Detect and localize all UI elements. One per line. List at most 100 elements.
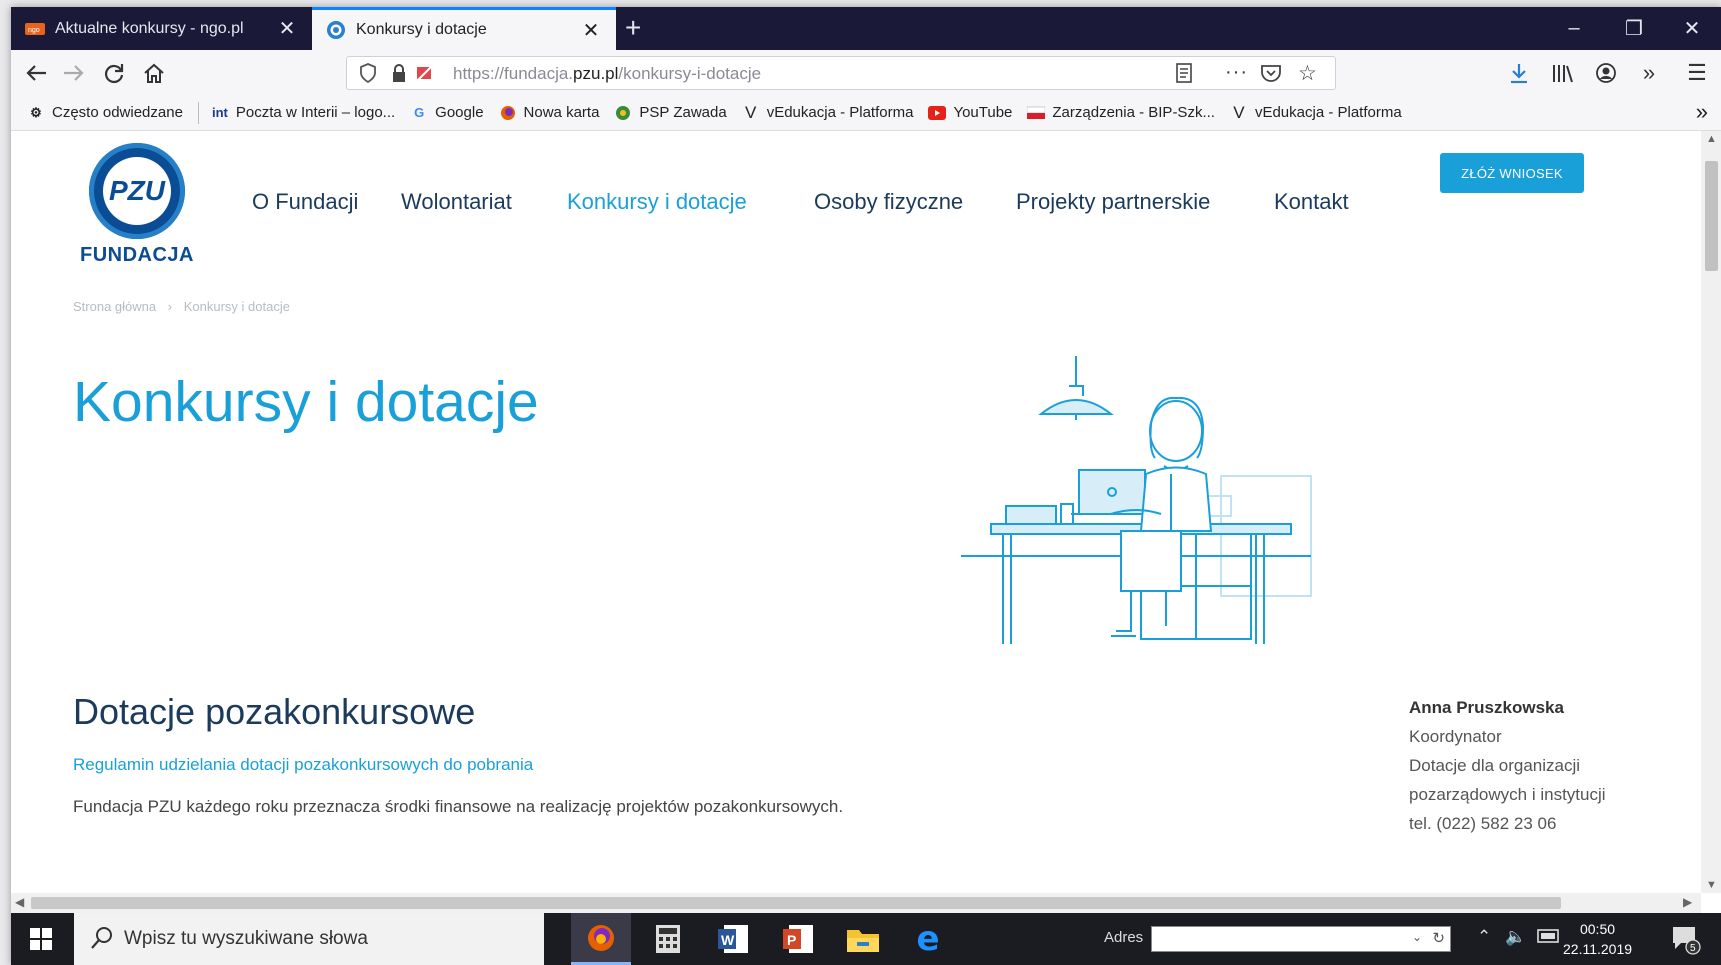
tab-konkursy[interactable]: Konkursy i dotacje ✕ [312, 7, 616, 50]
bookmark-item[interactable]: Zarządzenia - BIP-Szk... [1027, 104, 1215, 122]
regulations-download-link[interactable]: Regulamin udzielania dotacji pozakonkurs… [73, 755, 533, 775]
vertical-scroll-thumb[interactable] [1705, 161, 1718, 271]
breadcrumb-home[interactable]: Strona główna [73, 299, 156, 314]
contact-line: Dotacje dla organizacji [1409, 756, 1581, 775]
youtube-icon [928, 104, 947, 122]
back-icon[interactable] [18, 50, 54, 95]
hamburger-menu-icon[interactable]: ☰ [1679, 50, 1715, 95]
window-close-icon[interactable]: ✕ [1662, 7, 1721, 50]
dropdown-icon[interactable]: ⌄ [1412, 930, 1422, 944]
scroll-up-icon[interactable]: ▲ [1701, 133, 1721, 145]
bookmark-item[interactable]: int Poczta w Interii – logo... [211, 104, 395, 122]
new-tab-icon[interactable]: + [625, 13, 641, 43]
notification-center-icon[interactable]: 5 [1671, 925, 1701, 960]
taskbar-file-explorer-icon[interactable] [833, 913, 893, 965]
submit-application-button[interactable]: ZŁÓŻ WNIOSEK [1440, 153, 1584, 193]
notification-count: 5 [1690, 943, 1696, 954]
section-text: Fundacja PZU każdego roku przeznacza śro… [73, 797, 844, 816]
restore-icon[interactable]: ❐ [1604, 7, 1664, 50]
reload-icon[interactable] [96, 50, 132, 95]
contact-phone[interactable]: tel. (022) 582 23 06 [1409, 809, 1606, 838]
downloads-icon[interactable] [1501, 50, 1537, 95]
menu-osoby-fizyczne[interactable]: Osoby fizyczne [814, 189, 963, 215]
taskbar-edge-icon[interactable]: e [898, 913, 958, 965]
gear-icon: ⚙ [30, 104, 42, 120]
scroll-right-icon[interactable]: ▶ [1683, 895, 1692, 909]
forward-icon[interactable] [56, 50, 92, 95]
bookmark-star-icon[interactable]: ☆ [1298, 61, 1317, 86]
breadcrumb-current: Konkursy i dotacje [183, 299, 290, 314]
network-icon[interactable] [1537, 927, 1559, 948]
close-tab-icon[interactable]: ✕ [276, 16, 298, 41]
url-text[interactable]: https://fundacja.pzu.pl/konkursy-i-dotac… [453, 64, 761, 84]
go-icon[interactable]: ↻ [1432, 929, 1445, 947]
bip-icon [1027, 104, 1046, 122]
bookmark-item[interactable]: ⚙ Często odwiedzane [27, 104, 183, 122]
close-tab-icon[interactable]: ✕ [580, 18, 602, 43]
bookmark-item[interactable]: YouTube [928, 104, 1012, 122]
account-icon[interactable] [1588, 50, 1624, 95]
vedukacja-icon: V [745, 102, 757, 122]
taskbar-word-icon[interactable]: W [703, 913, 763, 965]
pzu-logo[interactable]: PZU [89, 143, 185, 239]
overflow-chevron-icon[interactable]: » [1631, 50, 1667, 95]
menu-wolontariat[interactable]: Wolontariat [401, 189, 512, 215]
google-icon: G [414, 105, 425, 120]
pocket-icon[interactable] [1260, 63, 1282, 88]
page-actions-icon[interactable]: ··· [1225, 61, 1248, 84]
home-icon[interactable] [136, 50, 172, 95]
blocked-content-icon[interactable] [415, 63, 435, 88]
taskbar-firefox-icon[interactable] [571, 913, 631, 965]
vertical-scrollbar[interactable]: ▲ ▼ [1701, 131, 1721, 893]
tab-bar: ngo Aktualne konkursy - ngo.pl ✕ Konkurs… [11, 7, 1721, 50]
scroll-left-icon[interactable]: ◀ [15, 895, 24, 909]
address-toolbar-label: Adres [1104, 929, 1144, 946]
ngo-favicon: ngo [25, 19, 45, 39]
bookmark-item[interactable]: VvEdukacja - Platforma [742, 102, 913, 122]
bookmark-item[interactable]: G Google [410, 104, 483, 122]
logo-mark: PZU [103, 157, 171, 225]
office-illustration [961, 356, 1312, 644]
library-icon[interactable] [1545, 50, 1581, 95]
tab-title: Konkursy i dotacje [356, 21, 487, 38]
search-placeholder: Wpisz tu wyszukiwane słowa [124, 928, 368, 949]
menu-projekty-partnerskie[interactable]: Projekty partnerskie [1016, 189, 1210, 215]
browser-window: ngo Aktualne konkursy - ngo.pl ✕ Konkurs… [11, 7, 1721, 965]
address-toolbar-input[interactable]: ⌄ ↻ [1151, 926, 1451, 952]
navigation-toolbar: https://fundacja.pzu.pl/konkursy-i-dotac… [11, 50, 1721, 95]
taskbar-search-input[interactable]: Wpisz tu wyszukiwane słowa [74, 913, 544, 965]
shield-icon[interactable] [359, 63, 377, 88]
menu-o-fundacji[interactable]: O Fundacji [252, 189, 358, 215]
menu-kontakt[interactable]: Kontakt [1274, 189, 1349, 215]
windows-start-icon[interactable] [11, 913, 71, 965]
horizontal-scrollbar[interactable]: ◀ ▶ [11, 893, 1701, 913]
bookmarks-toolbar: ⚙ Często odwiedzane int Poczta w Interii –… [11, 95, 1721, 131]
taskbar-powerpoint-icon[interactable]: P [768, 913, 828, 965]
url-bar[interactable]: https://fundacja.pzu.pl/konkursy-i-dotac… [346, 56, 1336, 90]
menu-konkursy[interactable]: Konkursy i dotacje [567, 189, 747, 215]
tray-chevron-icon[interactable]: ⌃ [1477, 927, 1491, 947]
logo-text[interactable]: FUNDACJA [80, 244, 194, 267]
tab-ngo[interactable]: ngo Aktualne konkursy - ngo.pl ✕ [11, 7, 312, 50]
contact-line: pozarządowych i instytucji [1409, 785, 1606, 804]
reader-view-icon[interactable] [1175, 63, 1193, 88]
clock-time: 00:50 [1579, 921, 1616, 937]
search-icon [90, 926, 114, 956]
taskbar-clock[interactable]: 00:50 22.11.2019 [1563, 919, 1632, 959]
web-page: PZU FUNDACJA O Fundacji Wolontariat Konk… [11, 131, 1701, 893]
bookmarks-overflow-icon[interactable]: » [1696, 99, 1708, 125]
page-title: Konkursy i dotacje [73, 370, 539, 434]
minimize-icon[interactable]: – [1544, 7, 1604, 50]
bookmark-item[interactable]: VvEdukacja - Platforma [1230, 103, 1401, 122]
windows-taskbar: Wpisz tu wyszukiwane słowa W P e Adres ⌄… [11, 913, 1721, 965]
bookmark-item[interactable]: PSP Zawada [614, 104, 727, 122]
lock-icon[interactable] [391, 63, 407, 88]
svg-text:ngo: ngo [28, 27, 40, 34]
bookmark-item[interactable]: Nowa karta [499, 104, 599, 122]
psp-icon [614, 104, 632, 122]
svg-text:W: W [721, 932, 735, 948]
horizontal-scroll-thumb[interactable] [31, 897, 1561, 909]
volume-icon[interactable]: 🔈 [1505, 927, 1526, 947]
scroll-down-icon[interactable]: ▼ [1701, 879, 1721, 891]
taskbar-calculator-icon[interactable] [638, 913, 698, 965]
